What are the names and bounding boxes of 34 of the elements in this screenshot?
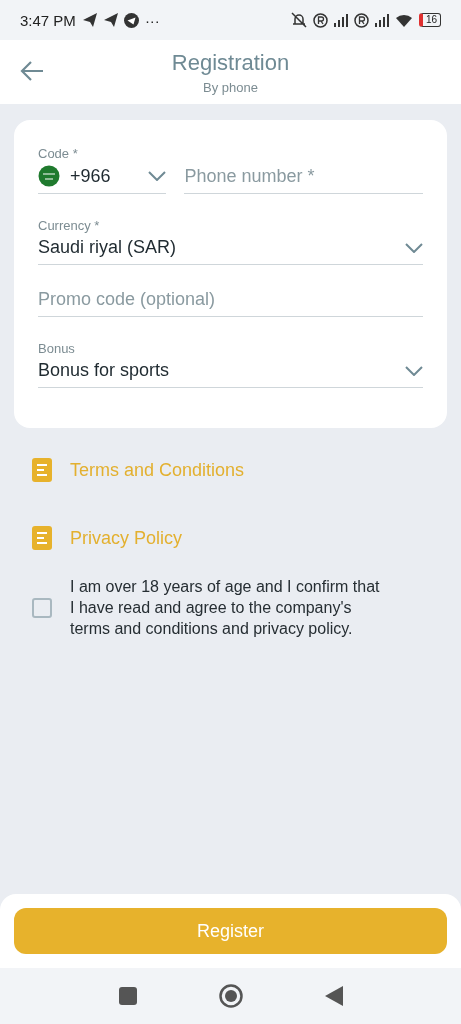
phone-number-field[interactable]: Phone number *: [184, 140, 423, 194]
flag-icon: [38, 165, 60, 187]
battery-indicator: 16: [418, 13, 441, 27]
square-nav-icon[interactable]: [118, 987, 137, 1005]
select-field[interactable]: Bonus Bonus for sports: [38, 341, 423, 388]
chevron-down-icon[interactable]: [405, 365, 423, 376]
paper-plane-icon: [102, 12, 118, 28]
select-field[interactable]: Currency * Saudi riyal (SAR): [38, 218, 423, 265]
input-field[interactable]: Promo code (optional): [38, 289, 423, 317]
country-code-select[interactable]: Code * +966: [38, 140, 167, 194]
paper-plane-circle-icon: [123, 12, 139, 28]
chevron-down-icon[interactable]: [148, 171, 167, 181]
status-time: 3:47 PM: [20, 11, 76, 29]
document-icon: [32, 458, 52, 482]
agreement-text: I am over 18 years of age and I confirm that I have read and agree to the company's terms and conditions and privacy policy.: [70, 577, 381, 639]
back-arrow-icon[interactable]: [20, 60, 44, 82]
document-link[interactable]: Terms and Conditions: [70, 459, 245, 481]
muted-bell-icon: [290, 12, 307, 28]
back-nav-icon[interactable]: [324, 986, 343, 1006]
document-icon: [32, 526, 52, 550]
signal-icon: [333, 13, 348, 27]
document-link[interactable]: Privacy Policy: [70, 527, 183, 549]
home-nav-icon[interactable]: [218, 984, 243, 1008]
register-button[interactable]: Register: [14, 908, 447, 954]
roaming-icon: [312, 12, 328, 28]
agreement-checkbox[interactable]: [32, 597, 52, 618]
roaming-icon: [353, 12, 369, 28]
wifi-icon: [394, 13, 413, 27]
more-notifications: ···: [144, 11, 160, 29]
page-title: Registration: [171, 49, 290, 76]
signal-icon: [374, 13, 389, 27]
page-subtitle: By phone: [203, 79, 258, 95]
chevron-down-icon[interactable]: [405, 242, 423, 253]
paper-plane-icon: [81, 12, 97, 28]
